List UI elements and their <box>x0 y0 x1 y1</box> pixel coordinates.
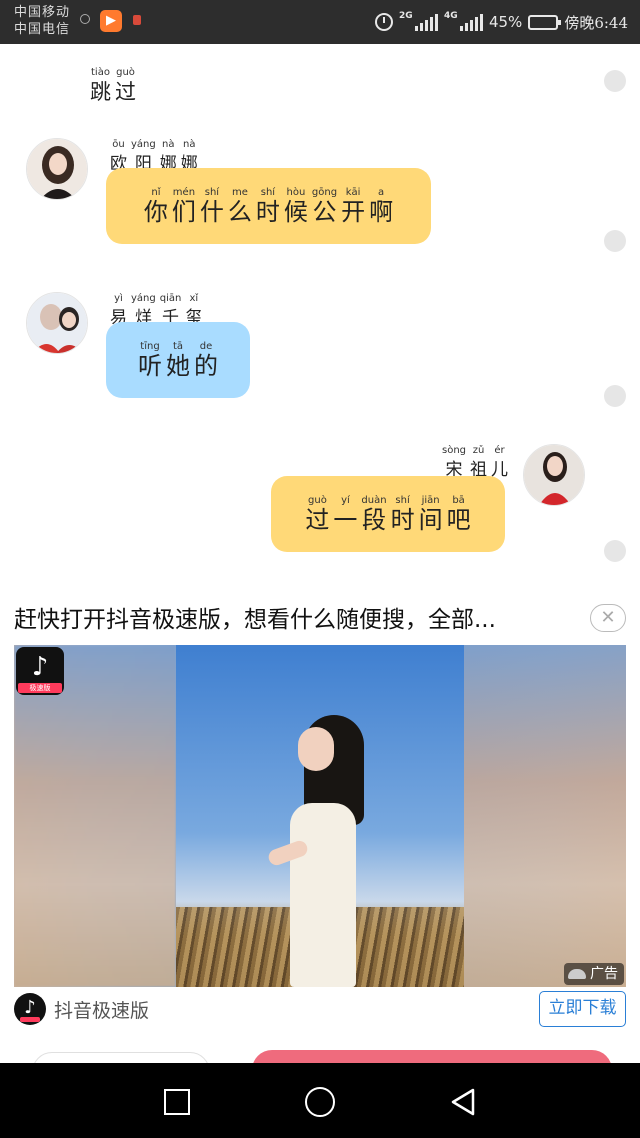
carrier-labels: 中国移动 中国电信 <box>14 4 70 38</box>
system-nav-bar <box>0 1063 640 1138</box>
battery-icon <box>528 14 562 30</box>
back-button[interactable] <box>446 1085 480 1119</box>
avatar-ouyang-nana[interactable] <box>26 138 88 200</box>
tiktok-logo-icon: ♪ 极速版 <box>16 647 64 695</box>
ad-blur-left <box>14 645 176 987</box>
ad-close-button[interactable]: ✕ <box>590 604 626 632</box>
circle-icon <box>305 1087 335 1117</box>
avatar-yi-yangqianxi[interactable] <box>26 292 88 354</box>
avatar-image <box>27 293 87 353</box>
ad-model-figure <box>266 715 366 987</box>
tiktok-badge-label: 极速版 <box>18 683 62 693</box>
status-right: 2G 4G 45% 傍晚6:44 <box>374 0 628 44</box>
home-button[interactable] <box>303 1085 337 1119</box>
ad-blur-right <box>464 645 626 987</box>
chat-area: tiào 跳 guò 过 ōu 欧 yáng 阳 nà 娜 nà 娜 nǐ 你 mén 们 shí 什 me 么 s… <box>0 44 640 596</box>
triangle-back-icon <box>451 1088 475 1116</box>
alarm-icon <box>374 13 393 31</box>
sync-icon <box>80 14 90 24</box>
ad-label: 广告 <box>564 963 624 985</box>
skip-button[interactable]: tiào 跳 guò 过 <box>88 56 138 105</box>
carrier-2: 中国电信 <box>14 22 71 37</box>
turtle-icon <box>568 969 586 979</box>
tiktok-app-icon: ♪ <box>14 993 46 1025</box>
page-dot <box>604 70 626 92</box>
battery-percent: 45% <box>488 13 523 31</box>
video-app-notification-icon: ▶ <box>100 10 122 32</box>
ad-video[interactable]: ♪ 极速版 广告 <box>14 645 626 987</box>
recents-button[interactable] <box>160 1085 194 1119</box>
avatar-song-zuer[interactable] <box>523 444 585 506</box>
avatar-image <box>27 139 87 199</box>
ad-app-name: 抖音极速版 <box>54 1000 150 1022</box>
page-dot <box>604 385 626 407</box>
avatar-image <box>524 445 584 505</box>
message-bubble: tīng 听 tā 她 de 的 <box>106 322 250 398</box>
status-bar: 中国移动 中国电信 ▶ 2G 4G 45% 傍晚6:44 <box>0 0 640 44</box>
notification-icon <box>133 15 141 25</box>
page-dot <box>604 230 626 252</box>
message-bubble: nǐ 你 mén 们 shí 什 me 么 shí 时 hòu 候 gōng 公 kāi 开 a 啊 <box>106 168 431 244</box>
signal-icon-2: 4G <box>444 11 483 31</box>
ad-title[interactable]: 赶快打开抖音极速版，想看什么随便搜，全部... <box>14 604 574 636</box>
download-button[interactable]: 立即下载 <box>539 991 626 1027</box>
signal-icon-1: 2G <box>399 11 438 31</box>
square-icon <box>164 1089 190 1115</box>
carrier-1: 中国移动 <box>14 5 71 20</box>
message-bubble: guò 过 yí 一 duàn 段 shí 时 jiān 间 bā 吧 <box>271 476 505 552</box>
page-dot <box>604 540 626 562</box>
clock: 傍晚6:44 <box>564 13 628 32</box>
